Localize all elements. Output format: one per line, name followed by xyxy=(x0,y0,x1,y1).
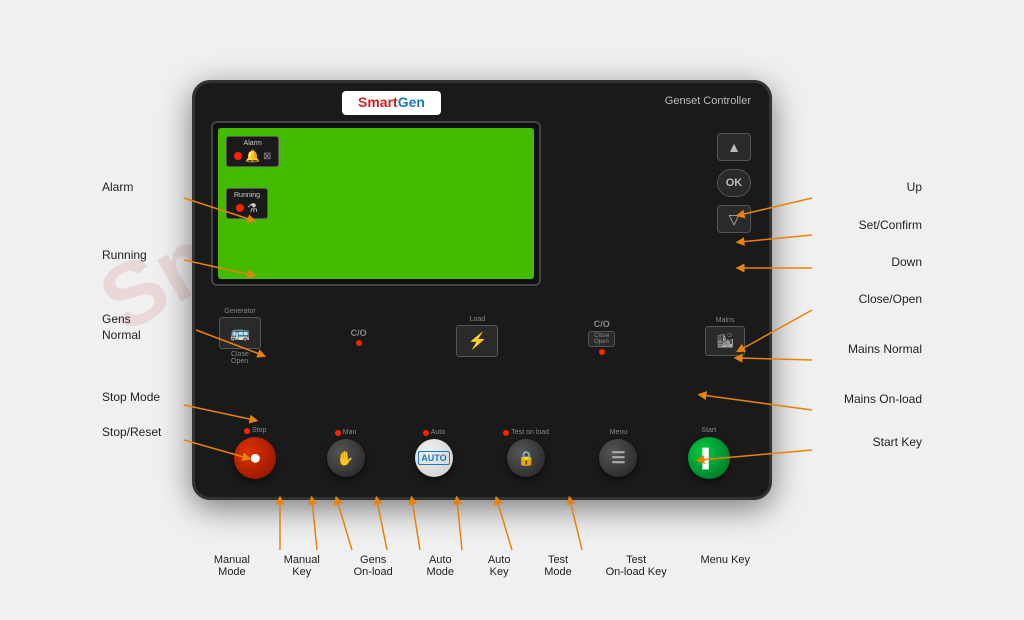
manual-hand-icon: ✋ xyxy=(337,450,354,467)
logo-bar: SmartGen xyxy=(342,91,441,115)
screen-display: Alarm 🔔 ⊠ Running ⚗ xyxy=(218,128,534,279)
indicator-row: Generator 🚌 CloseOpen C/O Load ⚡ C/O xyxy=(209,308,755,365)
man-mode-led xyxy=(335,430,341,436)
co-load-led xyxy=(599,349,605,355)
up-button[interactable]: ▲ xyxy=(717,133,751,161)
menu-text: Menu xyxy=(610,429,628,436)
buttons-row: Stop ⏺ Man ✋ Auto xyxy=(209,427,755,479)
stop-icon: ⏺ xyxy=(251,448,260,469)
mains-icon-box: 🏙 xyxy=(705,326,745,356)
test-mode-text: Test on load xyxy=(511,429,549,436)
genset-label: Genset Controller xyxy=(665,95,751,107)
load-icon-box: ⚡ xyxy=(456,325,498,357)
running-inside-label: Running xyxy=(234,192,260,199)
mains-onload-annotation: Mains On-load xyxy=(844,392,922,406)
nav-buttons-group: ▲ OK ▽ xyxy=(717,133,751,233)
controller-body: SmartGen Genset Controller Alarm 🔔 ⊠ Run xyxy=(192,80,772,500)
test-icon: 🔒 xyxy=(517,450,534,467)
co-close-open-box: CloseOpen xyxy=(588,331,615,347)
start-button[interactable]: ▌ xyxy=(688,437,730,479)
manual-button[interactable]: ✋ xyxy=(327,439,365,477)
load-block: Load ⚡ xyxy=(456,316,498,357)
ok-button[interactable]: OK xyxy=(717,169,751,197)
bottom-labels-row: ManualMode ManualKey GensOn-load AutoMod… xyxy=(197,554,767,578)
down-arrow-icon: ▽ xyxy=(729,211,740,228)
bottom-manual-key: ManualKey xyxy=(284,554,320,578)
co-load-label: C/O xyxy=(594,319,610,329)
generator-label: Generator xyxy=(224,308,256,315)
menu-group: Menu ☰ xyxy=(599,429,637,477)
up-annotation: Up xyxy=(907,180,922,194)
alarm-bell-icon: 🔔 xyxy=(245,149,260,163)
stop-button[interactable]: ⏺ xyxy=(234,437,276,479)
down-button[interactable]: ▽ xyxy=(717,205,751,233)
stop-mode-annotation: Stop Mode xyxy=(102,390,160,404)
generator-icon: 🚌 xyxy=(230,325,250,342)
close-open-annotation: Close/Open xyxy=(859,292,922,306)
alarm-indicator: Alarm 🔔 ⊠ xyxy=(226,136,279,167)
stop-mode-text: Stop xyxy=(252,427,266,434)
stop-reset-annotation: Stop/Reset xyxy=(102,425,161,439)
auto-text-icon: AUTO xyxy=(418,451,449,465)
bottom-auto-mode: AutoMode xyxy=(427,554,455,578)
controller-wrapper: SmartGen Genset Controller Alarm 🔔 ⊠ Run xyxy=(102,40,922,580)
co-load-section: C/O CloseOpen xyxy=(588,319,615,355)
mains-grid-icon: 🏙 xyxy=(716,332,734,348)
start-text: Start xyxy=(701,427,716,434)
bottom-menu-key: Menu Key xyxy=(701,554,751,578)
start-key-annotation: Start Key xyxy=(873,435,922,449)
generator-block: Generator 🚌 CloseOpen xyxy=(219,308,261,365)
close-open-small: CloseOpen xyxy=(594,333,609,345)
gens-normal-annotation: GensNormal xyxy=(102,312,141,343)
gen-close-open-label: CloseOpen xyxy=(231,351,249,365)
mains-normal-annotation: Mains Normal xyxy=(848,342,922,356)
bottom-test-onload: TestOn-load Key xyxy=(606,554,667,578)
alarm-annotation: Alarm xyxy=(102,180,133,194)
bottom-manual-mode: ManualMode xyxy=(214,554,250,578)
mains-block: Mains 🏙 xyxy=(705,317,745,356)
logo-smart: Smart xyxy=(358,94,398,110)
down-annotation: Down xyxy=(891,255,922,269)
menu-button[interactable]: ☰ xyxy=(599,439,637,477)
menu-lines-icon: ☰ xyxy=(611,448,625,468)
load-icon: ⚡ xyxy=(467,333,487,350)
co-gen-label: C/O xyxy=(351,328,367,338)
ok-label: OK xyxy=(726,177,743,189)
co-gen-section: C/O xyxy=(351,328,367,346)
start-icon: ▌ xyxy=(702,448,715,469)
man-mode-text: Man xyxy=(343,429,357,436)
test-button[interactable]: 🔒 xyxy=(507,439,545,477)
auto-button[interactable]: AUTO xyxy=(415,439,453,477)
bottom-gens-onload: GensOn-load xyxy=(354,554,393,578)
auto-group: Auto AUTO xyxy=(415,429,453,477)
bottom-auto-key: AutoKey xyxy=(488,554,511,578)
alarm-mute-icon: ⊠ xyxy=(263,151,271,162)
running-engine-icon: ⚗ xyxy=(247,201,258,215)
stop-group: Stop ⏺ xyxy=(234,427,276,479)
mains-label: Mains xyxy=(716,317,735,324)
up-arrow-icon: ▲ xyxy=(727,139,741,155)
stop-mode-led xyxy=(244,428,250,434)
logo-gen: Gen xyxy=(398,94,425,110)
running-indicator: Running ⚗ xyxy=(226,188,268,219)
load-label: Load xyxy=(470,316,486,323)
manual-group: Man ✋ xyxy=(327,429,365,477)
auto-mode-text: Auto xyxy=(431,429,445,436)
co-gen-led xyxy=(356,340,362,346)
test-mode-led xyxy=(503,430,509,436)
test-group: Test on load 🔒 xyxy=(503,429,549,477)
alarm-inside-label: Alarm xyxy=(244,140,262,147)
start-group: Start ▌ xyxy=(688,427,730,479)
auto-mode-led xyxy=(423,430,429,436)
screen-outer: Alarm 🔔 ⊠ Running ⚗ xyxy=(211,121,541,286)
running-annotation: Running xyxy=(102,248,147,262)
set-confirm-annotation: Set/Confirm xyxy=(859,218,922,232)
alarm-led xyxy=(234,152,242,160)
running-led xyxy=(236,204,244,212)
bottom-test-mode: TestMode xyxy=(544,554,572,578)
generator-icon-box: 🚌 xyxy=(219,317,261,349)
